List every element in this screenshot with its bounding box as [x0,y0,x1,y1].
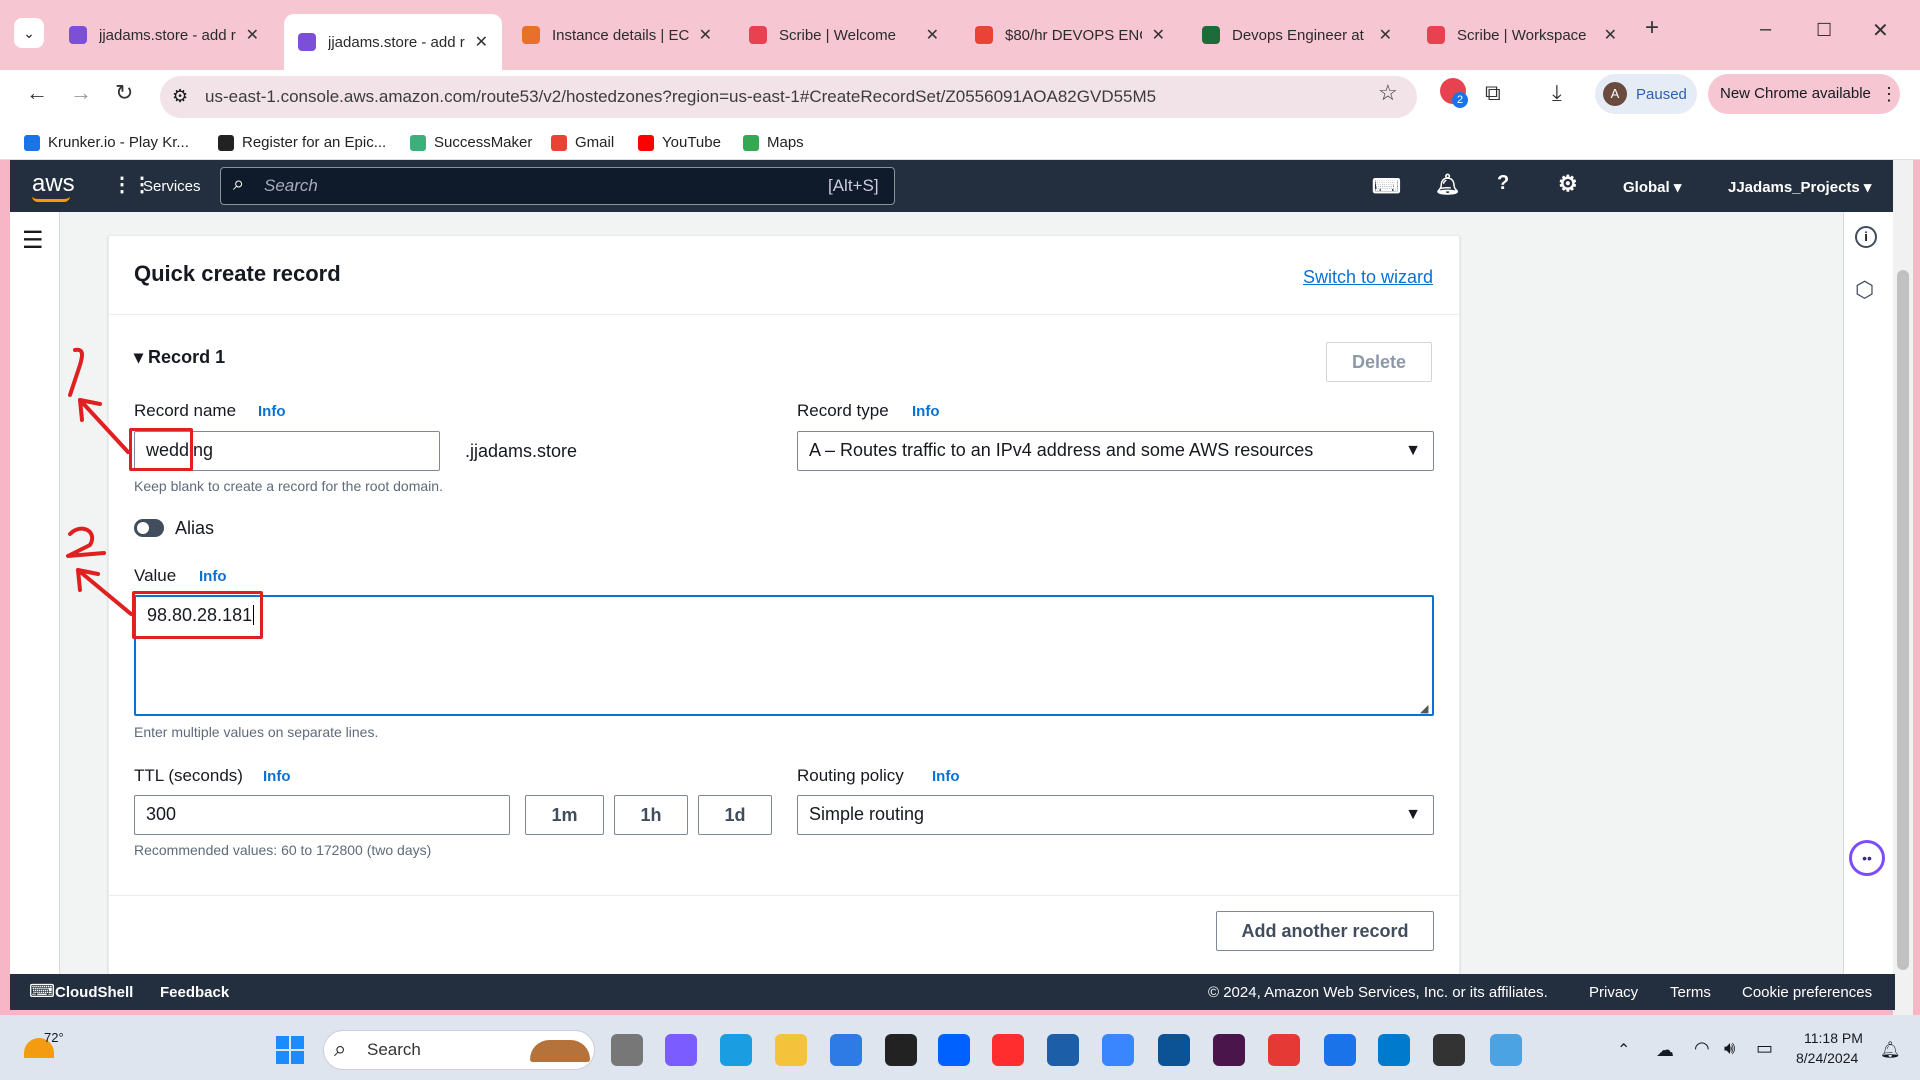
slack-icon[interactable] [1213,1034,1245,1066]
task-view-icon[interactable] [611,1034,643,1066]
feedback-link[interactable]: Feedback [160,984,229,1001]
start-button[interactable] [276,1036,304,1064]
virtualbox-icon[interactable] [1047,1034,1079,1066]
wifi-icon[interactable]: ◠ [1694,1038,1710,1059]
store-icon[interactable] [830,1034,862,1066]
clock-date[interactable]: 8/24/2024 [1796,1050,1858,1066]
annotation-arrows [66,347,133,616]
cookie-preferences-link[interactable]: Cookie preferences [1742,984,1872,1001]
onedrive-icon[interactable]: ☁ [1656,1040,1674,1061]
notification-bell-icon[interactable]: 🔔︎ [1880,1040,1900,1060]
battery-icon[interactable]: ▭ [1756,1038,1773,1059]
edge-icon[interactable] [720,1034,752,1066]
clock-time[interactable]: 11:18 PM [1804,1030,1863,1046]
notepad-icon[interactable] [1490,1034,1522,1066]
search-highlight-image [530,1040,590,1062]
cloudshell-icon[interactable]: ⌨ [29,981,55,1002]
file-explorer-icon[interactable] [775,1034,807,1066]
photos-icon[interactable] [1102,1034,1134,1066]
git-icon[interactable] [992,1034,1024,1066]
terms-link[interactable]: Terms [1670,984,1711,1001]
volume-icon[interactable]: 🔊︎ [1724,1038,1735,1059]
terminal-icon[interactable] [1433,1034,1465,1066]
taskbar-search-label: Search [367,1040,421,1059]
copyright-text: © 2024, Amazon Web Services, Inc. or its… [1208,984,1548,1001]
search-icon: ⌕ [334,1036,347,1061]
weather-temp: 72° [44,1030,64,1045]
privacy-link[interactable]: Privacy [1589,984,1638,1001]
dropbox-icon[interactable] [938,1034,970,1066]
copilot-icon[interactable] [665,1034,697,1066]
skype-icon[interactable] [1158,1034,1190,1066]
chrome-icon[interactable] [1324,1034,1356,1066]
cloudshell-link[interactable]: CloudShell [55,984,133,1001]
amazon-icon[interactable] [885,1034,917,1066]
show-hidden-icons[interactable]: ⌃ [1617,1040,1630,1060]
flashcards-icon[interactable] [1268,1034,1300,1066]
vscode-icon[interactable] [1378,1034,1410,1066]
